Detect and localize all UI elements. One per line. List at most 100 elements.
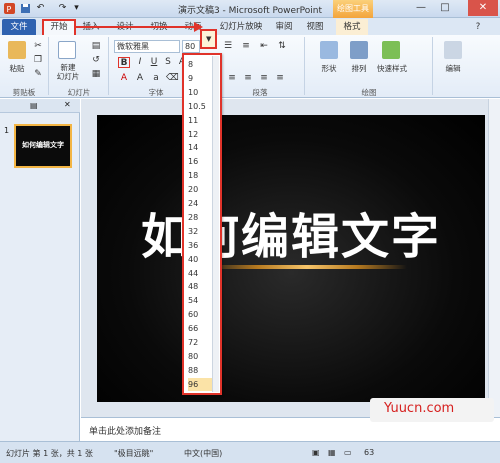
quick-styles-button-label[interactable]: 快速样式 <box>372 63 412 74</box>
zoom-level[interactable]: 63 <box>364 448 374 457</box>
font-size-option[interactable]: 8 <box>188 58 212 71</box>
slide-canvas[interactable]: 如何编辑文字 <box>97 115 485 402</box>
text-direction-icon[interactable]: ⇅ <box>276 41 288 52</box>
language-status[interactable]: 中文(中国) <box>184 448 222 459</box>
font-size-option[interactable]: 54 <box>188 294 212 307</box>
dropdown-scrollbar[interactable] <box>212 56 219 392</box>
font-size-input[interactable]: 80 <box>182 40 200 53</box>
font-size-option[interactable]: 14 <box>188 141 212 154</box>
shapes-icon[interactable] <box>320 41 338 59</box>
format-painter-icon[interactable]: ✎ <box>32 69 44 80</box>
font-size-option[interactable]: 24 <box>188 197 212 210</box>
font-size-option[interactable]: 66 <box>188 322 212 335</box>
layout-icon[interactable]: ▤ <box>90 41 102 52</box>
font-size-option[interactable]: 36 <box>188 239 212 252</box>
reset-icon[interactable]: ↺ <box>90 55 102 66</box>
align-right-icon[interactable]: ≡ <box>258 73 270 84</box>
slide-sorter-icon[interactable]: ▦ <box>328 448 336 457</box>
font-size-option[interactable]: 16 <box>188 155 212 168</box>
font-size-option[interactable]: 10 <box>188 86 212 99</box>
font-size-option[interactable]: 88 <box>188 364 212 377</box>
close-button[interactable]: ✕ <box>468 0 498 16</box>
shapes-button-label[interactable]: 形状 <box>314 63 344 74</box>
bullets-icon[interactable]: ☰ <box>222 41 234 52</box>
chevron-down-icon: ▼ <box>206 35 212 43</box>
new-slide-icon[interactable] <box>58 41 76 59</box>
font-color-icon[interactable]: A <box>118 73 130 84</box>
underline-icon[interactable]: U <box>148 57 160 68</box>
group-slides-label: 幻灯片 <box>67 88 91 97</box>
font-size-dropdown-button[interactable]: ▼ <box>200 29 217 49</box>
tab-review[interactable]: 审阅 <box>272 19 296 35</box>
thumbnail-title: 如何编辑文字 <box>22 141 64 149</box>
font-size-option[interactable]: 44 <box>188 267 212 280</box>
slide-editing-area: 如何编辑文字 <box>81 99 500 417</box>
justify-icon[interactable]: ≡ <box>274 73 286 84</box>
tab-slideshow[interactable]: 幻灯片放映 <box>214 19 268 35</box>
tab-home[interactable]: 开始 <box>42 19 76 35</box>
grow-font-icon[interactable]: A <box>134 73 146 84</box>
drawing-tools-context-tab: 绘图工具 <box>333 0 373 18</box>
section-icon[interactable]: ▦ <box>90 69 102 80</box>
align-center-icon[interactable]: ≡ <box>242 73 254 84</box>
align-left-icon[interactable]: ≡ <box>226 73 238 84</box>
watermark-text: Yuucn.com <box>384 401 455 416</box>
slide-count-status: 幻灯片 第 1 张，共 1 张 <box>6 449 93 458</box>
tab-file[interactable]: 文件 <box>2 19 36 35</box>
font-size-option[interactable]: 9 <box>188 72 212 85</box>
vertical-scrollbar[interactable] <box>488 99 500 417</box>
paste-button-label[interactable]: 粘贴 <box>4 63 30 74</box>
new-slide-button-label[interactable]: 新建 幻灯片 <box>52 63 84 81</box>
normal-view-icon[interactable]: ▣ <box>312 448 320 457</box>
font-size-option[interactable]: 40 <box>188 253 212 266</box>
group-separator <box>108 37 109 95</box>
tab-view[interactable]: 视图 <box>302 19 328 35</box>
minimize-button[interactable]: — <box>410 0 432 16</box>
status-bar: 幻灯片 第 1 张，共 1 张 "极目远眺" 中文(中国) ▣ ▦ ▭ 63 <box>0 441 500 463</box>
slide-thumbnail[interactable]: 如何编辑文字 <box>14 124 72 168</box>
font-size-option[interactable]: 80 <box>188 350 212 363</box>
find-icon[interactable] <box>444 41 462 59</box>
edit-button-label[interactable]: 编辑 <box>438 63 468 74</box>
group-drawing-label: 绘图 <box>361 88 377 97</box>
font-size-option[interactable]: 96 <box>188 377 212 392</box>
clear-format-icon[interactable]: ⌫ <box>166 73 179 84</box>
decrease-indent-icon[interactable]: ⇤ <box>258 41 270 52</box>
notes-placeholder: 单击此处添加备注 <box>89 427 162 437</box>
reading-view-icon[interactable]: ▭ <box>344 448 352 457</box>
group-clipboard-label: 剪贴板 <box>12 88 36 97</box>
copy-icon[interactable]: ❐ <box>32 55 44 66</box>
font-size-option[interactable]: 32 <box>188 225 212 238</box>
decorative-glow-line <box>207 265 407 269</box>
slides-panel-tabs: ▤ ✕ <box>0 99 80 113</box>
font-size-dropdown-list: 8 9 10 10.5 11 12 14 16 18 20 24 28 32 36 40 44 48 54 60 66… <box>182 53 222 395</box>
font-size-option[interactable]: 48 <box>188 280 212 293</box>
font-size-option[interactable]: 60 <box>188 308 212 321</box>
paste-icon[interactable] <box>8 41 26 59</box>
font-size-option[interactable]: 72 <box>188 336 212 349</box>
cut-icon[interactable]: ✂ <box>32 41 44 52</box>
tab-format[interactable]: 格式 <box>336 19 368 35</box>
strikethrough-icon[interactable]: S <box>162 57 174 68</box>
quick-styles-icon[interactable] <box>382 41 400 59</box>
font-name-input[interactable]: 微软雅黑 <box>114 40 180 53</box>
font-size-option[interactable]: 12 <box>188 128 212 141</box>
font-size-option[interactable]: 18 <box>188 169 212 182</box>
slide-title-text[interactable]: 如何编辑文字 <box>97 197 485 267</box>
arrange-icon[interactable] <box>350 41 368 59</box>
font-size-option[interactable]: 11 <box>188 114 212 127</box>
help-icon[interactable]: ? <box>472 19 484 35</box>
numbering-icon[interactable]: ≡ <box>240 41 252 52</box>
font-size-option[interactable]: 28 <box>188 211 212 224</box>
bold-icon[interactable]: B <box>118 57 130 68</box>
outline-tab-icon[interactable]: ▤ <box>30 101 38 110</box>
ribbon: 粘贴 ✂ ❐ ✎ 剪贴板 新建 幻灯片 ▤ ↺ ▦ 幻灯片 微软雅黑 80 B … <box>0 35 500 98</box>
group-separator <box>304 37 305 95</box>
italic-icon[interactable]: I <box>134 57 146 68</box>
panel-close-icon[interactable]: ✕ <box>64 100 71 109</box>
font-size-option[interactable]: 20 <box>188 183 212 196</box>
font-size-option[interactable]: 10.5 <box>188 100 212 113</box>
shrink-font-icon[interactable]: a <box>150 73 162 84</box>
arrange-button-label[interactable]: 排列 <box>344 63 374 74</box>
maximize-button[interactable]: □ <box>434 0 456 16</box>
